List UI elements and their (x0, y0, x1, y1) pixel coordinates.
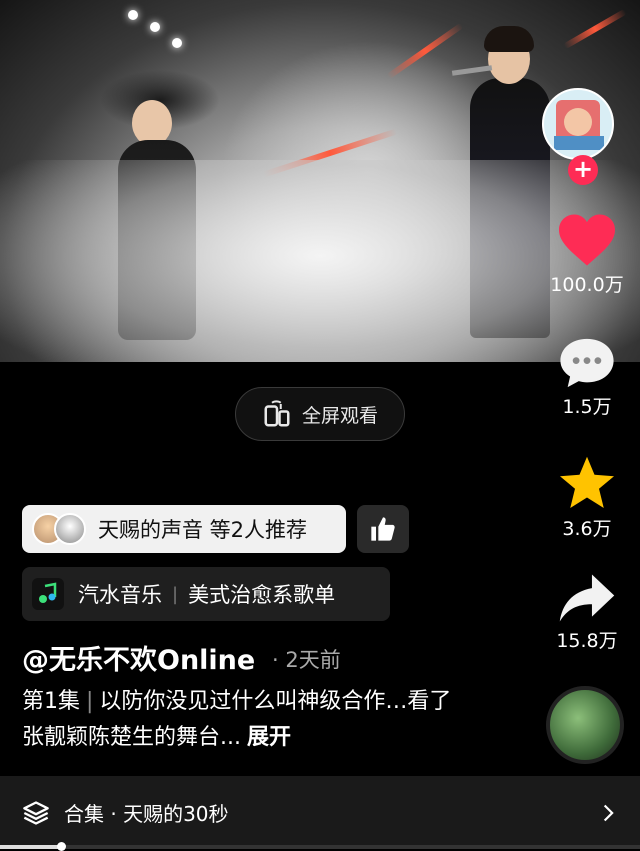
comment-icon (560, 338, 614, 388)
video-description[interactable]: 第1集 | 以防你没见过什么叫神级合作…看了张靓颖陈楚生的舞台... 展开 (22, 684, 472, 756)
collection-label: 合集 · 天赐的30秒 (64, 802, 229, 826)
favorite-button[interactable]: 3.6万 (545, 454, 629, 541)
star-icon (560, 456, 614, 508)
music-app-name: 汽水音乐 (78, 583, 162, 607)
chevron-right-icon (603, 804, 614, 821)
video-player[interactable] (0, 0, 640, 362)
music-note-icon (39, 582, 57, 603)
like-count: 100.0万 (550, 274, 624, 296)
recommendation-text: 天赐的声音 等2人推荐 (98, 518, 308, 542)
post-time: · 2天前 (272, 648, 341, 672)
music-app-icon (32, 578, 64, 610)
expand-button[interactable]: 展开 (247, 725, 291, 750)
playback-scrubber[interactable] (57, 842, 66, 851)
comment-count: 1.5万 (562, 396, 612, 418)
like-button[interactable]: 100.0万 (545, 212, 629, 297)
layers-icon (23, 800, 49, 825)
stage-fog (0, 160, 640, 362)
episode-label: 第1集 (22, 689, 80, 714)
share-icon (559, 574, 615, 622)
music-playlist: 美式治愈系歌单 (188, 583, 336, 607)
male-singer-hair (484, 26, 534, 52)
description-separator: | (86, 689, 94, 714)
rotate-screen-icon (264, 400, 290, 427)
author-handle[interactable]: @无乐不欢Online (22, 638, 255, 677)
stage-spotlight (172, 38, 182, 48)
music-chip[interactable]: 汽水音乐 | 美式治愈系歌单 (22, 567, 390, 621)
recommender-avatar (54, 513, 86, 545)
share-count: 15.8万 (556, 630, 618, 652)
stage-light (563, 8, 627, 50)
thumbs-up-icon (371, 517, 395, 541)
fullscreen-button[interactable]: 全屏观看 (235, 387, 405, 441)
recommendation-chip[interactable]: 天赐的声音 等2人推荐 (22, 505, 346, 553)
collection-bar[interactable]: 合集 · 天赐的30秒 (0, 776, 640, 849)
stage-spotlight (150, 22, 160, 32)
playback-progress-bar[interactable] (0, 842, 640, 851)
playback-progress-fill (0, 845, 61, 849)
follow-button[interactable]: + (568, 155, 598, 185)
stage-spotlight (128, 10, 138, 20)
heart-icon (559, 214, 615, 266)
share-button[interactable]: 15.8万 (545, 572, 629, 653)
comment-button[interactable]: 1.5万 (545, 336, 629, 419)
music-disc[interactable] (546, 686, 624, 764)
recommend-like-button[interactable] (357, 505, 409, 553)
fullscreen-label: 全屏观看 (301, 404, 378, 427)
favorite-count: 3.6万 (562, 518, 612, 540)
music-separator: | (172, 583, 179, 605)
creator-avatar[interactable] (542, 88, 614, 160)
